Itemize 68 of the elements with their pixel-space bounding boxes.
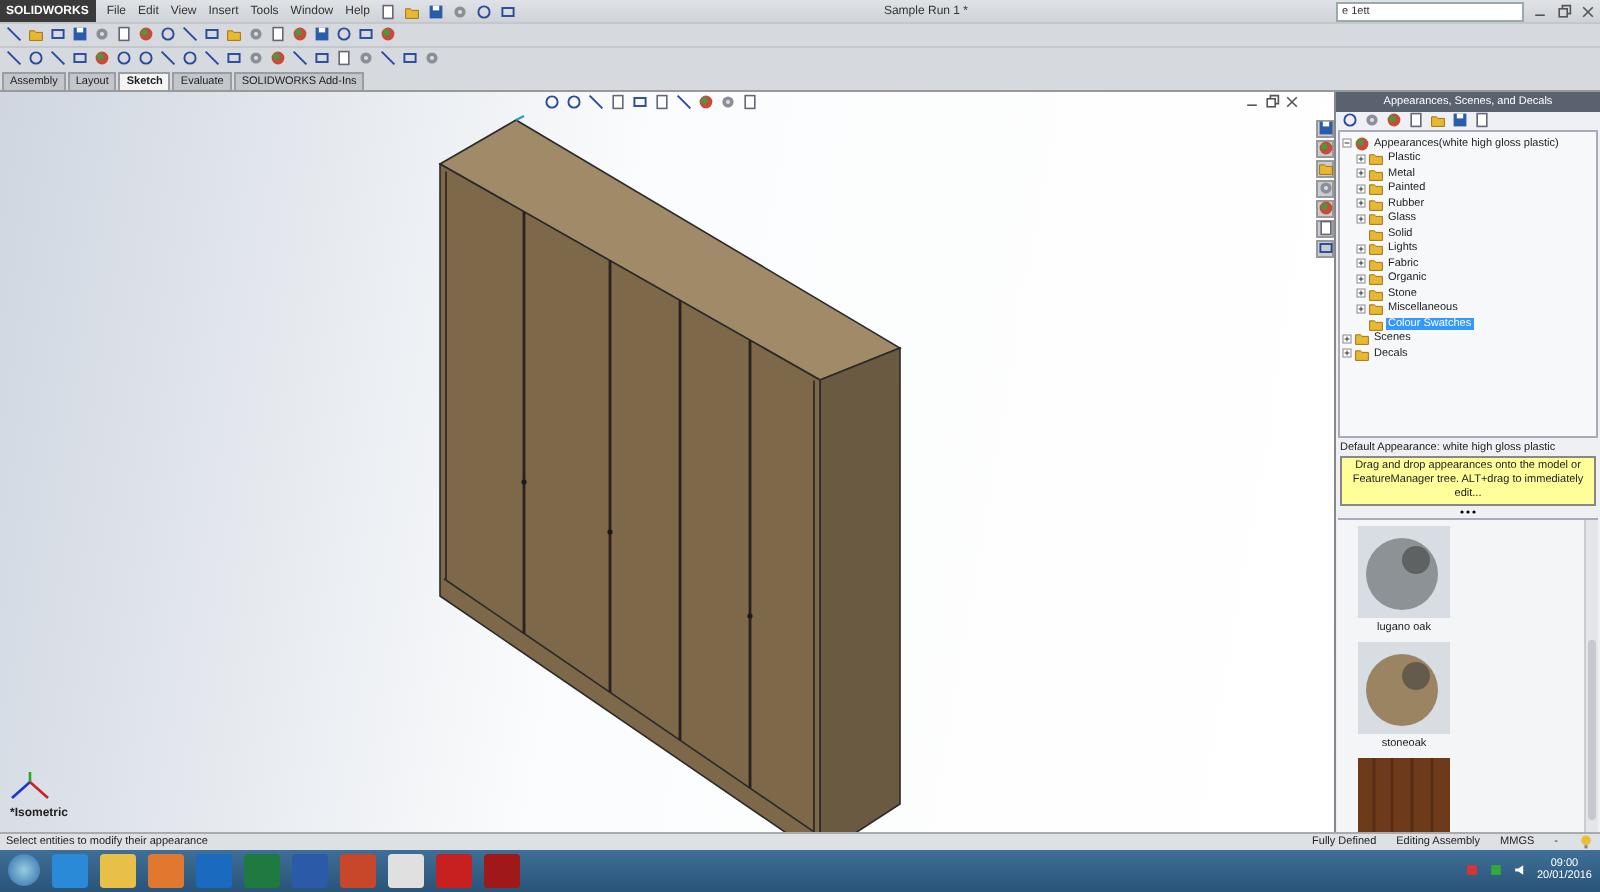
speaker-icon[interactable]: [1512, 862, 1529, 879]
circle-icon[interactable]: [336, 26, 352, 43]
line-icon[interactable]: [380, 50, 396, 67]
circle-icon[interactable]: [28, 50, 44, 67]
expander-icon[interactable]: [1356, 183, 1366, 194]
ball-icon[interactable]: [698, 93, 714, 110]
rectangle-icon[interactable]: [402, 50, 418, 67]
line-icon[interactable]: [6, 26, 22, 43]
circle-icon[interactable]: [160, 26, 176, 43]
expander-icon[interactable]: [1356, 288, 1366, 299]
gear-icon[interactable]: [720, 93, 736, 110]
expander-icon[interactable]: [1342, 138, 1352, 149]
circle-icon[interactable]: [182, 50, 198, 67]
line-icon[interactable]: [292, 50, 308, 67]
page-icon[interactable]: [1474, 112, 1490, 129]
expander-icon[interactable]: [1356, 198, 1366, 209]
sphere-swatch[interactable]: [1358, 642, 1450, 735]
page-icon[interactable]: [610, 93, 626, 110]
line-icon[interactable]: [160, 50, 176, 67]
expander-icon[interactable]: [1342, 348, 1352, 359]
sphere-swatch[interactable]: [1358, 526, 1450, 619]
circle-icon[interactable]: [116, 50, 132, 67]
rectangle-icon[interactable]: [632, 93, 648, 110]
expander-icon[interactable]: [1356, 303, 1366, 314]
line-icon[interactable]: [588, 93, 604, 110]
expander-icon[interactable]: [1356, 258, 1366, 269]
close-icon[interactable]: [1284, 93, 1300, 110]
expander-icon[interactable]: [1356, 213, 1366, 224]
line-icon[interactable]: [50, 50, 66, 67]
restore-icon[interactable]: [1556, 3, 1572, 19]
wood-swatch[interactable]: [1358, 758, 1450, 832]
rectangle-icon[interactable]: [1317, 240, 1333, 257]
expander-icon[interactable]: [1356, 243, 1366, 254]
restore-icon[interactable]: [1264, 93, 1280, 110]
line-icon[interactable]: [182, 26, 198, 43]
page-icon[interactable]: [1408, 112, 1424, 129]
expander-icon[interactable]: [1356, 168, 1366, 179]
expander-icon[interactable]: [1342, 333, 1352, 344]
circle-icon[interactable]: [1342, 112, 1358, 129]
page-icon[interactable]: [654, 93, 670, 110]
page-icon[interactable]: [270, 26, 286, 43]
circle-icon[interactable]: [138, 50, 154, 67]
line-icon[interactable]: [676, 93, 692, 110]
expander-icon[interactable]: [1356, 273, 1366, 284]
axis-triad-icon: [8, 771, 52, 804]
grip-icon[interactable]: [1458, 510, 1478, 515]
ball-icon[interactable]: [138, 26, 154, 43]
scrollbar[interactable]: [1584, 520, 1598, 832]
rectangle-icon[interactable]: [314, 50, 330, 67]
circle-icon[interactable]: [566, 93, 582, 110]
rectangle-icon[interactable]: [358, 26, 374, 43]
page-icon[interactable]: [1317, 220, 1333, 237]
line-icon[interactable]: [204, 50, 220, 67]
page-icon[interactable]: [742, 93, 758, 110]
rectangle-icon[interactable]: [499, 3, 516, 19]
page-icon[interactable]: [116, 26, 132, 43]
page-icon[interactable]: [379, 3, 396, 19]
close-icon[interactable]: [1580, 3, 1596, 19]
expander-icon[interactable]: [1356, 153, 1366, 164]
circle-icon[interactable]: [544, 93, 560, 110]
line-icon[interactable]: [6, 50, 22, 67]
ball-icon[interactable]: [1317, 200, 1333, 217]
circle-icon[interactable]: [475, 3, 492, 19]
page-icon[interactable]: [336, 50, 352, 67]
ball-icon[interactable]: [1317, 140, 1333, 157]
ball-icon[interactable]: [380, 26, 396, 43]
start-button[interactable]: [8, 854, 40, 887]
ball-icon[interactable]: [94, 50, 110, 67]
